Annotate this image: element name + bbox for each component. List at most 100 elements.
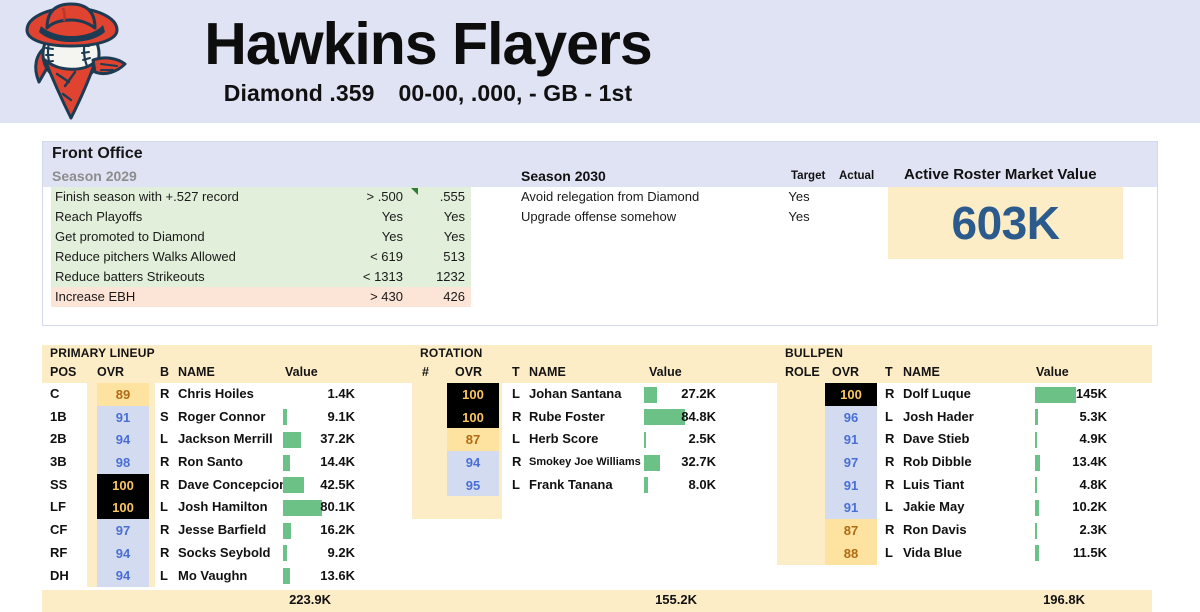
- player-name[interactable]: Frank Tanana: [529, 477, 613, 492]
- table-row[interactable]: 494RSmokey Joe Williams32.7K: [412, 451, 777, 474]
- table-row[interactable]: DH 94 L Mo Vaughn 13.6K: [42, 564, 417, 588]
- table-row[interactable]: CF 97 R Jesse Barfield 16.2K: [42, 519, 417, 542]
- table-row[interactable]: 2B 94 L Jackson Merrill 37.2K: [42, 428, 417, 452]
- player-name[interactable]: Jakie May: [903, 499, 964, 514]
- col-header-name: NAME: [903, 365, 940, 379]
- value-bar: [644, 386, 657, 403]
- table-row[interactable]: CL100RDolf Luque145K: [777, 383, 1152, 406]
- goal-row: Get promoted to Diamond Yes Yes: [51, 227, 471, 247]
- current-season-goals-list: Avoid relegation from Diamond Yes Upgrade …: [521, 187, 891, 227]
- target-column-header: Target: [791, 170, 826, 182]
- player-name[interactable]: Dave Stieb: [903, 431, 969, 446]
- player-name[interactable]: Rube Foster: [529, 409, 605, 424]
- player-name[interactable]: Herb Score: [529, 431, 598, 446]
- overall-rating-badge: 100: [447, 383, 499, 406]
- value-bar: [644, 431, 646, 448]
- team-header-banner: Hawkins Flayers Diamond .359 00-00, .000,…: [0, 0, 1200, 123]
- league-label: Diamond .359: [223, 79, 375, 106]
- table-row[interactable]: LF 100 L Josh Hamilton 80.1K: [42, 496, 417, 520]
- player-name[interactable]: Johan Santana: [529, 386, 621, 401]
- value-amount: 84.8K: [681, 408, 716, 424]
- player-name[interactable]: Jackson Merrill: [178, 431, 273, 446]
- table-row[interactable]: 2100RRube Foster84.8K: [412, 405, 777, 429]
- player-value-cell: 8.0K: [644, 474, 716, 497]
- value-bar: [644, 409, 685, 426]
- value-bar: [283, 545, 287, 562]
- previous-season-goals-list: Finish season with +.527 record > .500 .55…: [51, 187, 471, 307]
- handedness-label: R: [885, 431, 895, 447]
- table-row[interactable]: C 89 R Chris Hoiles 1.4K: [42, 383, 417, 406]
- player-name[interactable]: Roger Connor: [178, 409, 265, 424]
- col-header-ovr: OVR: [455, 365, 483, 379]
- handedness-label: L: [160, 431, 168, 447]
- bullpen-footer: 196.8K: [777, 590, 1152, 612]
- goal-label: Get promoted to Diamond: [55, 229, 205, 244]
- value-bar: [283, 477, 304, 494]
- goal-actual: 513: [443, 249, 465, 264]
- player-name[interactable]: Ron Davis: [903, 522, 967, 537]
- table-row[interactable]: MR91RLuis Tiant4.8K: [777, 473, 1152, 497]
- value-bar: [283, 431, 301, 448]
- primary-lineup-footer: 223.9K: [42, 590, 417, 612]
- value-amount: 13.4K: [1072, 454, 1107, 470]
- table-row[interactable]: 595LFrank Tanana8.0K: [412, 473, 777, 497]
- table-row[interactable]: MR91LJakie May10.2K: [777, 496, 1152, 520]
- player-value-cell: 9.1K: [283, 406, 355, 429]
- player-name[interactable]: Smokey Joe Williams: [529, 456, 641, 468]
- table-row[interactable]: 3B 98 R Ron Santo 14.4K: [42, 451, 417, 474]
- header-titles: Hawkins Flayers Diamond .359 00-00, .000,…: [152, 15, 712, 107]
- table-row[interactable]: SS 100 R Dave Concepcion 42.5K: [42, 473, 417, 497]
- player-value-cell: 9.2K: [283, 542, 355, 565]
- player-name[interactable]: Dolf Luque: [903, 386, 971, 401]
- goal-label: Avoid relegation from Diamond: [521, 189, 700, 204]
- player-name[interactable]: Dave Concepcion: [178, 477, 287, 492]
- player-name[interactable]: Socks Seybold: [178, 545, 270, 560]
- goal-actual: 1232: [436, 269, 465, 284]
- col-header-role: ROLE: [785, 365, 820, 379]
- player-name[interactable]: Chris Hoiles: [178, 386, 254, 401]
- table-row[interactable]: 1100LJohan Santana27.2K: [412, 383, 777, 406]
- overall-rating-badge: 91: [97, 405, 149, 429]
- player-name[interactable]: Rob Dibble: [903, 454, 972, 469]
- table-row[interactable]: SU91RDave Stieb4.9K: [777, 428, 1152, 452]
- player-value-cell: 84.8K: [644, 406, 716, 429]
- table-row[interactable]: SU96LJosh Hader5.3K: [777, 405, 1152, 429]
- handedness-label: R: [512, 454, 522, 470]
- overall-rating-badge: 88: [825, 541, 877, 565]
- table-row[interactable]: MR88LVida Blue11.5K: [777, 541, 1152, 565]
- player-name[interactable]: Josh Hader: [903, 409, 974, 424]
- player-name[interactable]: Luis Tiant: [903, 477, 964, 492]
- panel-filler: [412, 519, 777, 591]
- table-row[interactable]: 6: [412, 496, 777, 520]
- position-label: DH: [50, 567, 69, 583]
- handedness-label: R: [885, 386, 895, 401]
- position-label: 3B: [50, 454, 67, 470]
- overall-rating-badge: 91: [825, 496, 877, 520]
- player-value-cell: 13.6K: [283, 565, 355, 588]
- handedness-label: L: [885, 499, 893, 515]
- table-row[interactable]: 1B 91 S Roger Connor 9.1K: [42, 405, 417, 429]
- col-header-name: NAME: [178, 365, 215, 379]
- value-bar: [1035, 477, 1037, 494]
- position-label: 1B: [50, 408, 67, 424]
- player-name[interactable]: Jesse Barfield: [178, 522, 266, 537]
- player-value-cell: 4.9K: [1035, 428, 1107, 451]
- handedness-label: L: [160, 567, 168, 583]
- table-row[interactable]: RF 94 R Socks Seybold 9.2K: [42, 541, 417, 565]
- player-name[interactable]: Ron Santo: [178, 454, 243, 469]
- bullpen-total: 196.8K: [1043, 592, 1085, 608]
- goal-target: Yes: [788, 189, 810, 204]
- table-row[interactable]: MR97RRob Dibble13.4K: [777, 451, 1152, 474]
- player-name[interactable]: Mo Vaughn: [178, 568, 247, 583]
- rotation-panel: ROTATION # OVR T NAME Value 1100LJohan S…: [412, 345, 777, 612]
- bullpen-panel: BULLPEN ROLE OVR T NAME Value CL100RDolf…: [777, 345, 1152, 612]
- market-value-header: Active Roster Market Value: [904, 166, 1097, 183]
- player-name[interactable]: Josh Hamilton: [178, 499, 268, 514]
- value-amount: 8.0K: [688, 476, 716, 492]
- value-amount: 9.2K: [327, 544, 355, 560]
- table-row[interactable]: MR87RRon Davis2.3K: [777, 519, 1152, 542]
- overall-rating-badge: 100: [825, 383, 877, 406]
- table-row[interactable]: 387LHerb Score2.5K: [412, 428, 777, 452]
- player-name[interactable]: Vida Blue: [903, 545, 962, 560]
- handedness-label: R: [885, 522, 895, 538]
